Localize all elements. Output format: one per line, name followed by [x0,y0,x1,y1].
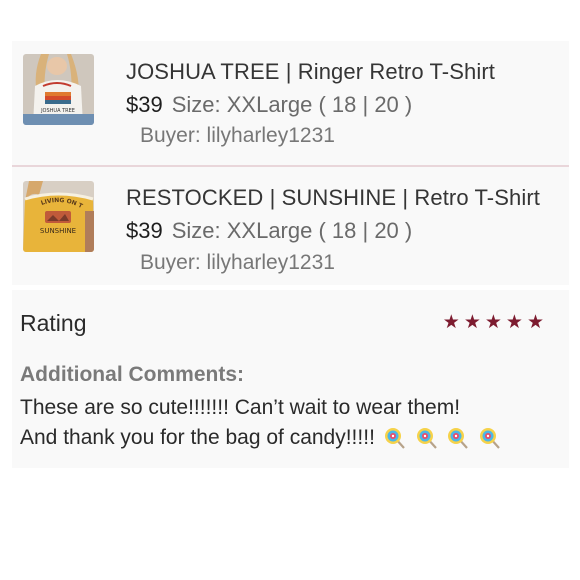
star-icon: ★ [526,311,544,333]
lollipop-icon [448,428,469,450]
rating-section: Rating ★ ★ ★ ★ ★ Additional Comments: Th… [12,290,569,468]
star-rating: ★ ★ ★ ★ ★ [443,310,544,334]
comment-line-2: And thank you for the bag of candy!!!!! [20,426,502,450]
lollipop-emoji-group [375,426,502,450]
price-size-line: $39 Size: XXLarge ( 18 | 20 ) [126,218,412,244]
lollipop-icon [384,428,405,450]
size: Size: XXLarge ( 18 | 20 ) [171,218,413,243]
star-icon: ★ [484,311,502,333]
thumb-print-text: JOSHUA TREE [40,108,75,114]
lollipop-icon [416,428,437,450]
buyer[interactable]: Buyer: lilyharley1231 [140,251,335,275]
price: $39 [126,92,163,117]
order-item-2[interactable]: LIVING ON THE SUNSHINE RESTOCKED | SUNSH… [12,167,569,285]
star-icon: ★ [505,311,523,333]
comments-label: Additional Comments: [20,363,244,386]
lollipop-icon [480,428,501,450]
product-thumbnail[interactable]: LIVING ON THE SUNSHINE [23,181,94,252]
star-icon: ★ [442,311,460,333]
star-icon: ★ [463,311,481,333]
size: Size: XXLarge ( 18 | 20 ) [171,92,413,117]
product-title[interactable]: RESTOCKED | SUNSHINE | Retro T-Shirt [126,185,540,211]
thumb-print-text: SUNSHINE [40,227,76,235]
comment-line-2-text: And thank you for the bag of candy!!!!! [20,426,375,449]
buyer[interactable]: Buyer: lilyharley1231 [140,124,335,148]
order-item-1[interactable]: JOSHUA TREE JOSHUA TREE | Ringer Retro T… [12,41,569,165]
product-thumbnail[interactable]: JOSHUA TREE [23,54,94,125]
product-title[interactable]: JOSHUA TREE | Ringer Retro T-Shirt [126,59,495,85]
rating-label: Rating [20,310,87,336]
price-size-line: $39 Size: XXLarge ( 18 | 20 ) [126,92,412,118]
comment-line-1: These are so cute!!!!!!! Can’t wait to w… [20,396,461,419]
price: $39 [126,218,163,243]
